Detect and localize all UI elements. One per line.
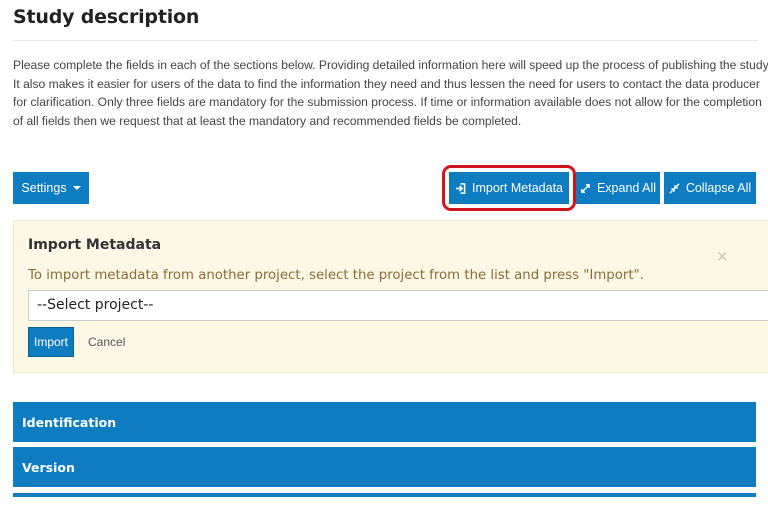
section-label: Version [22, 459, 75, 475]
import-button[interactable]: Import [28, 327, 74, 357]
collapse-all-label: Collapse All [685, 181, 752, 195]
page-title: Study description [13, 6, 200, 28]
import-panel-hint: To import metadata from another project,… [28, 268, 644, 283]
intro-line: for clarification. Only three fields are… [13, 95, 762, 109]
section-next-partial[interactable] [13, 493, 756, 497]
expand-icon [580, 183, 591, 194]
collapse-all-button[interactable]: Collapse All [664, 172, 756, 204]
section-label: Identification [22, 414, 117, 430]
intro-text: Please complete the fields in each of th… [13, 56, 768, 130]
import-panel-title: Import Metadata [28, 237, 162, 253]
expand-all-label: Expand All [596, 181, 657, 195]
settings-dropdown-button[interactable]: Settings [13, 172, 89, 204]
project-select[interactable]: --Select project-- [28, 290, 768, 321]
import-metadata-panel: Import Metadata × To import metadata fro… [13, 220, 768, 373]
intro-line: It also makes it easier for users of the… [13, 76, 760, 91]
highlight-box [442, 165, 576, 211]
settings-label: Settings [21, 181, 67, 195]
expand-all-button[interactable]: Expand All [576, 172, 660, 204]
section-identification[interactable]: Identification [13, 402, 756, 442]
section-version[interactable]: Version [13, 447, 756, 487]
intro-line: of all fields then we request that at le… [13, 113, 522, 128]
caret-down-icon [72, 186, 81, 190]
intro-line: Please complete the fields in each of th… [13, 58, 768, 72]
cancel-link[interactable]: Cancel [88, 335, 125, 349]
compress-icon [669, 182, 680, 194]
title-divider [13, 40, 758, 41]
close-icon[interactable]: × [716, 247, 729, 265]
